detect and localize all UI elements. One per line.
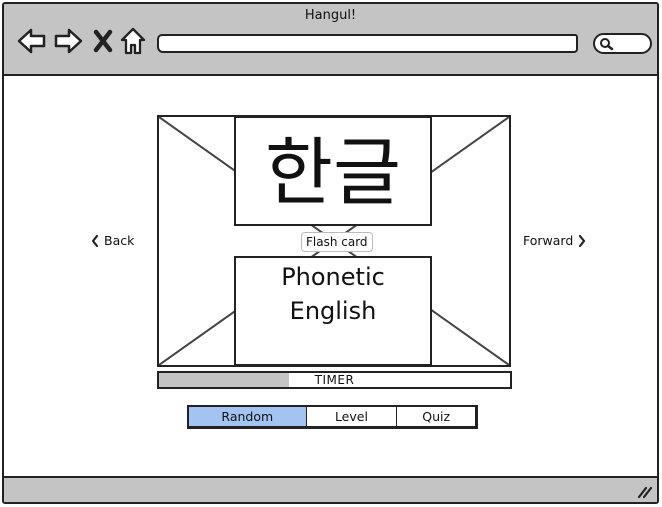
mode-button-bar: Random Level Quiz xyxy=(187,405,478,429)
chevron-right-icon xyxy=(579,234,586,247)
search-icon xyxy=(600,38,614,51)
english-text: English xyxy=(289,297,377,325)
timer-progress-bar: TIMER xyxy=(157,371,512,389)
quiz-button[interactable]: Quiz xyxy=(397,407,475,426)
address-bar[interactable] xyxy=(157,34,578,53)
korean-text: 한글 xyxy=(264,130,402,216)
random-button[interactable]: Random xyxy=(189,407,307,426)
browser-window: Hangul! 한글 Flash card Phonetic English B… xyxy=(2,2,659,504)
level-button[interactable]: Level xyxy=(306,407,398,426)
browser-toolbar: Hangul! xyxy=(4,4,657,76)
forward-label: Forward xyxy=(523,233,574,248)
resize-grip-icon[interactable] xyxy=(637,485,653,499)
home-icon[interactable] xyxy=(119,26,147,56)
flashcard-translation[interactable]: Phonetic English xyxy=(234,256,432,366)
timer-label: TIMER xyxy=(314,373,355,387)
flashcard-label: Flash card xyxy=(301,232,373,252)
page-content: 한글 Flash card Phonetic English Back Forw… xyxy=(4,76,657,476)
close-icon[interactable] xyxy=(92,28,114,54)
status-bar xyxy=(4,476,657,502)
phonetic-text: Phonetic xyxy=(281,263,385,291)
chevron-left-icon xyxy=(91,234,99,247)
arrow-right-icon[interactable] xyxy=(52,26,84,56)
window-title: Hangul! xyxy=(304,8,357,23)
back-label: Back xyxy=(104,233,135,248)
arrow-left-icon[interactable] xyxy=(16,26,48,56)
search-input[interactable] xyxy=(593,33,652,54)
back-link[interactable]: Back xyxy=(91,233,134,248)
flashcard-korean-word[interactable]: 한글 xyxy=(234,116,432,226)
forward-link[interactable]: Forward xyxy=(523,233,586,248)
